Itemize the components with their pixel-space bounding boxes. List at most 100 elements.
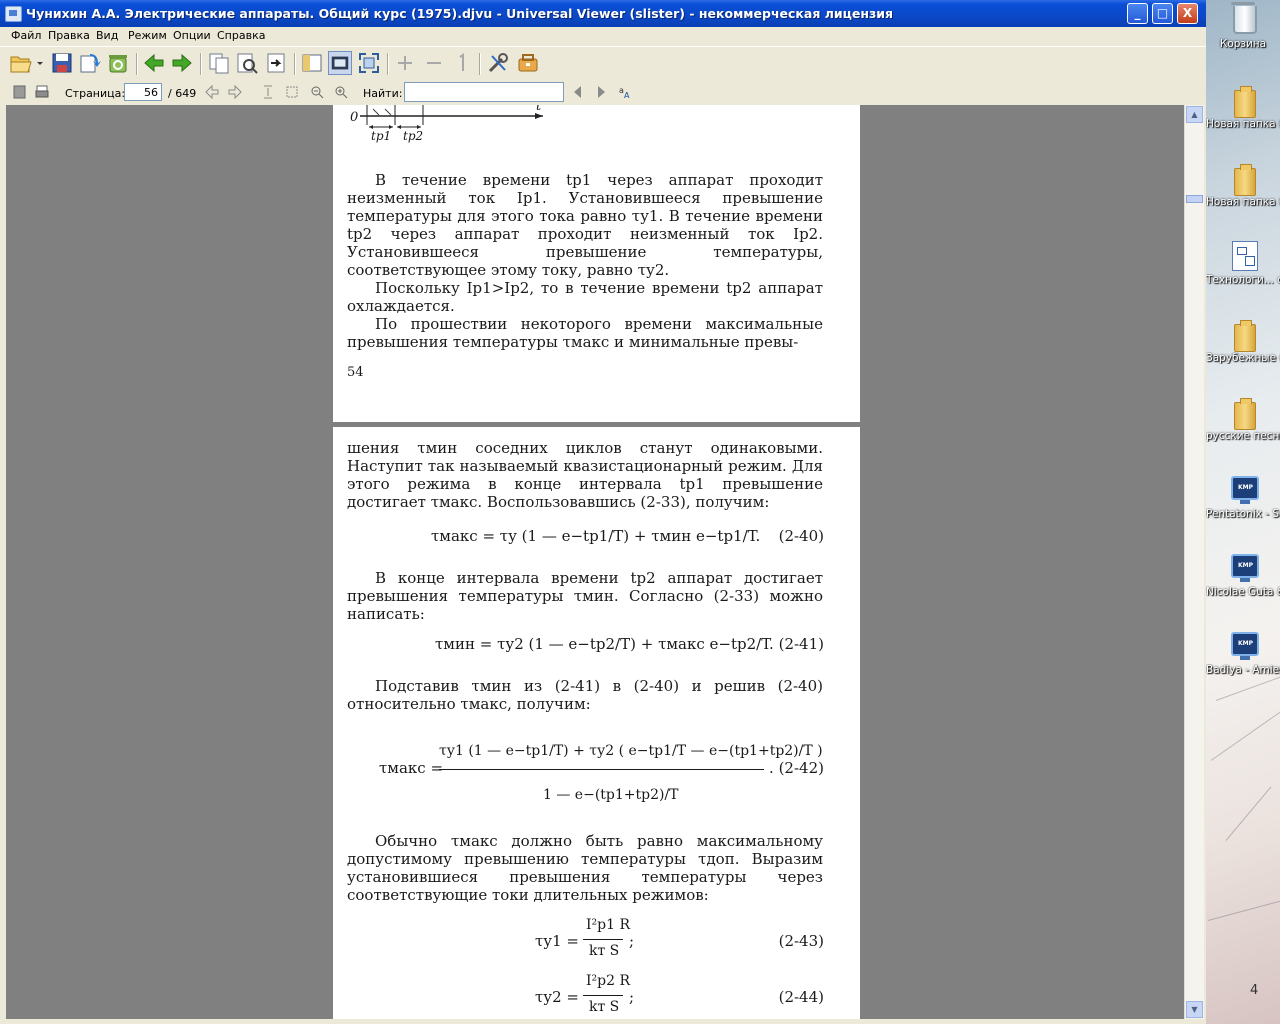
menu-mode[interactable]: Режим: [128, 29, 167, 42]
next-page-icon[interactable]: [228, 85, 242, 99]
desktop-icon-label: Pentatonix - Somebody T...: [1206, 508, 1280, 520]
zoom-in-small-icon[interactable]: [334, 85, 348, 99]
menu-options[interactable]: Опции: [173, 29, 211, 42]
vertical-scrollbar[interactable]: ▲ ▼: [1184, 105, 1204, 1019]
document-page-top: 0 t tp1 tp2 В течение времени tр1 через …: [333, 105, 860, 422]
maximize-button[interactable]: □: [1152, 3, 1173, 24]
desktop-icon-label: Корзина: [1219, 38, 1267, 50]
page-label: Страница:: [65, 87, 126, 100]
window-title: Чунихин А.А. Электрические аппараты. Общ…: [26, 6, 894, 21]
prev-page-icon[interactable]: [205, 85, 219, 99]
desktop-icon-recycle-bin[interactable]: Корзина: [1206, 2, 1280, 50]
scheme-file-icon: [1232, 241, 1258, 271]
equation-number: (2-44): [778, 988, 824, 1006]
menu-edit[interactable]: Правка: [48, 29, 90, 42]
paragraph: По прошествии некоторого времени максима…: [347, 315, 823, 351]
minimize-button[interactable]: _: [1127, 3, 1148, 24]
folder-icon: [1234, 86, 1256, 118]
equation-number: (2-43): [778, 932, 824, 950]
desktop-icon-label: Badiya - Amies Ennemies.mp3: [1206, 664, 1280, 676]
save-icon[interactable]: [50, 51, 74, 75]
export-icon[interactable]: [78, 51, 102, 75]
folder-icon: [1234, 164, 1256, 196]
page-total: / 649: [168, 87, 197, 100]
equation-2-40: τмакс = τу (1 — e−tр1/T) + τмин e−tр1/T.: [431, 527, 761, 545]
print-preview-icon[interactable]: [235, 51, 259, 75]
axis-zero-label: 0: [350, 110, 359, 125]
actual-size-icon[interactable]: [450, 51, 474, 75]
equation-2-42-left: τмакс =: [379, 759, 444, 777]
equation-2-43-left: τу1 =: [535, 932, 580, 950]
paragraph: шения τмин соседних циклов станут одинак…: [347, 439, 823, 511]
close-button[interactable]: X: [1177, 3, 1198, 24]
desktop-icon-folder[interactable]: Зарубежные песни: [1206, 316, 1280, 364]
plugins-icon[interactable]: [516, 51, 540, 75]
tp2-label: tp2: [403, 129, 424, 143]
copy-page-icon[interactable]: [13, 85, 27, 99]
fraction-bar: [583, 995, 623, 996]
match-case-icon[interactable]: aA: [618, 85, 632, 99]
desktop-icon-folder[interactable]: русские песни: [1206, 394, 1280, 442]
settings-tools-icon[interactable]: [486, 51, 510, 75]
open-file-icon[interactable]: [8, 51, 44, 75]
recycle-icon[interactable]: [106, 51, 130, 75]
fraction-bar: [583, 939, 623, 940]
desktop-icon-label: русские песни: [1206, 430, 1280, 442]
menu-view[interactable]: Вид: [96, 29, 118, 42]
desktop-icon-label: Технологи... схема Това...: [1206, 274, 1280, 286]
zoom-out-small-icon[interactable]: [310, 85, 324, 99]
desktop-icon-media-file[interactable]: KMP Badiya - Amies Ennemies.mp3: [1206, 628, 1280, 676]
page-text-block: Подставив τмин из (2-41) в (2-40) и реши…: [347, 677, 823, 713]
equation-semicolon: ;: [629, 988, 635, 1006]
page-number-input[interactable]: [124, 83, 162, 101]
scroll-down-icon[interactable]: ▼: [1186, 1001, 1203, 1018]
document-viewport[interactable]: 0 t tp1 tp2 В течение времени tр1 через …: [6, 105, 1184, 1019]
equation-number: (2-41): [778, 635, 824, 653]
zoom-out-icon[interactable]: [422, 51, 446, 75]
title-bar[interactable]: Чунихин А.А. Электрические аппараты. Общ…: [0, 0, 1206, 27]
sidebar-toggle-icon[interactable]: [300, 51, 324, 75]
desktop-icon-folder[interactable]: Новая папка (8): [1206, 82, 1280, 130]
fit-window-icon[interactable]: [328, 51, 352, 75]
find-input[interactable]: [404, 82, 564, 102]
print-icon[interactable]: [35, 85, 49, 99]
desktop-icon-media-file[interactable]: KMP Nicolae Guta & Sorina - Nu...: [1206, 550, 1280, 598]
desktop-icon-folder[interactable]: Новая папка (5): [1206, 160, 1280, 208]
find-label: Найти:: [363, 87, 403, 100]
page-number: 54: [347, 365, 364, 380]
fit-width-icon[interactable]: [261, 85, 275, 99]
paragraph: Обычно τмакс должно быть равно максималь…: [347, 832, 823, 904]
tp1-label: tp1: [371, 129, 392, 143]
axis-t-label: t: [536, 105, 542, 114]
desktop-icon-media-file[interactable]: KMP Pentatonix - Somebody T...: [1206, 472, 1280, 520]
kmplayer-icon: KMP: [1231, 554, 1259, 582]
folder-icon: [1234, 398, 1256, 430]
scroll-up-icon[interactable]: ▲: [1186, 106, 1203, 123]
find-next-icon[interactable]: [594, 85, 608, 99]
main-toolbar: [0, 46, 1206, 82]
page-text-block: В конце интервала времени tр2 аппарат до…: [347, 569, 823, 623]
goto-page-icon[interactable]: [264, 51, 288, 75]
scrollbar-thumb[interactable]: [1186, 195, 1203, 203]
fullscreen-icon[interactable]: [357, 51, 381, 75]
menu-file[interactable]: Файл: [11, 29, 41, 42]
page-text-block: шения τмин соседних циклов станут одинак…: [347, 439, 823, 511]
menu-help[interactable]: Справка: [217, 29, 265, 42]
forward-arrow-icon[interactable]: [170, 51, 194, 75]
viewer-window: Чунихин А.А. Электрические аппараты. Общ…: [0, 0, 1206, 1024]
equation-2-41: τмин = τу2 (1 — e−tр2/T) + τмакс e−tр2/T…: [435, 635, 774, 653]
window-bottom-border: [0, 1019, 1206, 1024]
copy-icon[interactable]: [207, 51, 231, 75]
desktop-background: Корзина Новая папка (8) Новая папка (5) …: [1206, 0, 1280, 1024]
paragraph: В конце интервала времени tр2 аппарат до…: [347, 569, 823, 623]
back-arrow-icon[interactable]: [142, 51, 166, 75]
find-prev-icon[interactable]: [571, 85, 585, 99]
document-page-bottom: шения τмин соседних циклов станут одинак…: [333, 427, 860, 1019]
app-icon[interactable]: [5, 6, 22, 22]
equation-2-42-numerator: τу1 (1 — e−tр1/T) + τу2 ( e−tр1/T — e−(t…: [439, 743, 823, 759]
desktop-icon-label: Зарубежные песни: [1206, 352, 1280, 364]
paragraph: Подставив τмин из (2-41) в (2-40) и реши…: [347, 677, 823, 713]
desktop-icon-scheme-file[interactable]: Технологи... схема Това...: [1206, 238, 1280, 286]
zoom-in-icon[interactable]: [393, 51, 417, 75]
fit-page-icon[interactable]: [285, 85, 299, 99]
